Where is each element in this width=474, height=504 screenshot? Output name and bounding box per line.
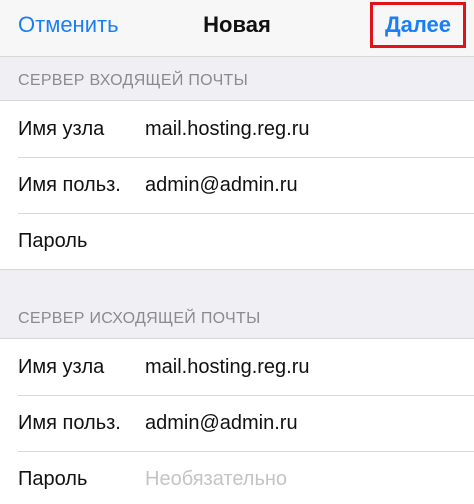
incoming-username-field[interactable]: admin@admin.ru bbox=[145, 157, 298, 213]
incoming-password-row[interactable]: Пароль bbox=[0, 213, 474, 269]
incoming-server-group: Имя узла mail.hosting.reg.ru Имя польз. … bbox=[0, 100, 474, 270]
outgoing-username-row[interactable]: Имя польз. admin@admin.ru bbox=[0, 395, 474, 451]
outgoing-hostname-row[interactable]: Имя узла mail.hosting.reg.ru bbox=[0, 339, 474, 395]
incoming-section-title: СЕРВЕР ВХОДЯЩЕЙ ПОЧТЫ bbox=[18, 72, 249, 89]
incoming-hostname-field[interactable]: mail.hosting.reg.ru bbox=[145, 101, 310, 157]
outgoing-password-row[interactable]: Пароль Необязательно bbox=[0, 451, 474, 504]
incoming-section-header: СЕРВЕР ВХОДЯЩЕЙ ПОЧТЫ bbox=[0, 57, 474, 100]
mail-account-setup-screen: Отменить Новая Далее СЕРВЕР ВХОДЯЩЕЙ ПОЧ… bbox=[0, 0, 474, 504]
outgoing-password-label: Пароль bbox=[18, 468, 88, 490]
outgoing-hostname-label: Имя узла bbox=[18, 356, 105, 378]
cancel-button[interactable]: Отменить bbox=[18, 10, 119, 40]
incoming-hostname-label: Имя узла bbox=[18, 118, 105, 140]
outgoing-server-group: Имя узла mail.hosting.reg.ru Имя польз. … bbox=[0, 338, 474, 504]
incoming-username-row[interactable]: Имя польз. admin@admin.ru bbox=[0, 157, 474, 213]
next-button[interactable]: Далее bbox=[370, 2, 466, 48]
next-button-label: Далее bbox=[384, 12, 452, 37]
incoming-hostname-row[interactable]: Имя узла mail.hosting.reg.ru bbox=[0, 101, 474, 157]
outgoing-username-field[interactable]: admin@admin.ru bbox=[145, 395, 298, 451]
outgoing-section-title: СЕРВЕР ИСХОДЯЩЕЙ ПОЧТЫ bbox=[18, 310, 261, 327]
outgoing-username-label: Имя польз. bbox=[18, 412, 121, 434]
outgoing-hostname-field[interactable]: mail.hosting.reg.ru bbox=[145, 339, 310, 395]
incoming-password-label: Пароль bbox=[18, 230, 88, 252]
navigation-bar: Отменить Новая Далее bbox=[0, 0, 474, 57]
outgoing-password-field[interactable]: Необязательно bbox=[145, 451, 287, 504]
outgoing-section-header: СЕРВЕР ИСХОДЯЩЕЙ ПОЧТЫ bbox=[0, 270, 474, 338]
incoming-username-label: Имя польз. bbox=[18, 174, 121, 196]
